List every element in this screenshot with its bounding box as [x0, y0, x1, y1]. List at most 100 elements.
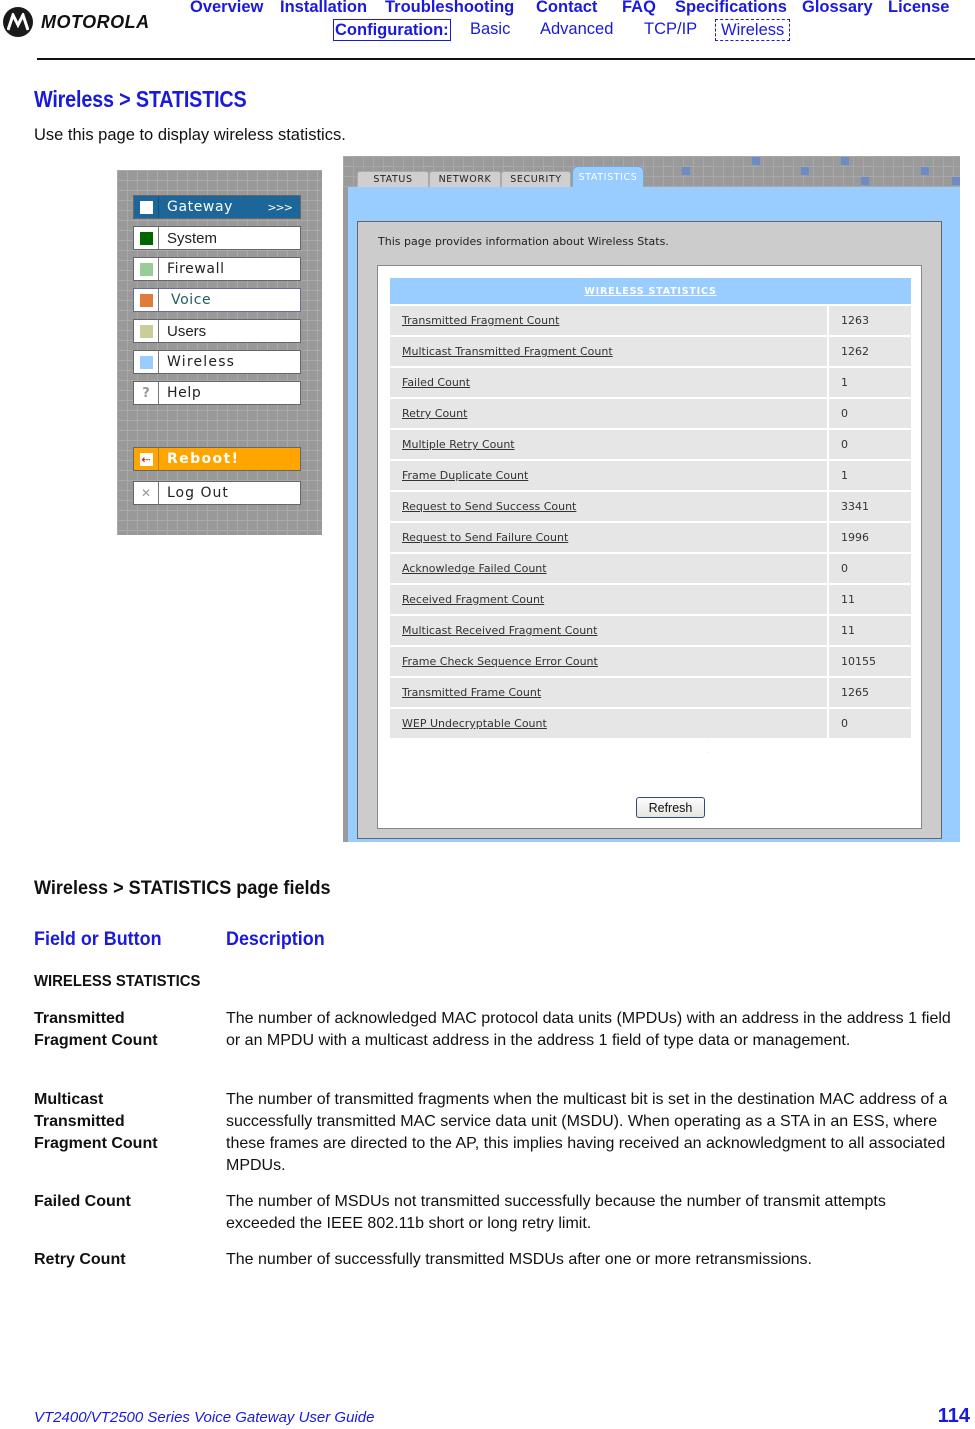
menu-item-wireless[interactable]: Wireless: [133, 350, 301, 374]
stat-name-link[interactable]: Frame Check Sequence Error Count: [390, 645, 829, 676]
stat-value: 1: [829, 366, 911, 397]
field-description: The number of MSDUs not transmitted succ…: [226, 1193, 886, 1232]
nav-faq[interactable]: FAQ: [622, 0, 656, 17]
voice-swatch: [134, 289, 159, 311]
decor-pixel: [841, 157, 849, 165]
stat-name-link[interactable]: Received Fragment Count: [390, 583, 829, 614]
header-divider: [37, 58, 975, 60]
decor-pixel: [752, 157, 760, 165]
nav-wireless[interactable]: Wireless: [715, 19, 791, 41]
green-square-icon: [139, 231, 153, 245]
users-swatch: [134, 320, 159, 342]
white-square-icon: [139, 200, 153, 214]
nav-overview[interactable]: Overview: [190, 0, 263, 17]
stat-name-link[interactable]: Frame Duplicate Count: [390, 459, 829, 490]
logout-label: Log Out: [167, 485, 229, 501]
menu-item-label: System: [167, 229, 218, 247]
stat-value: 10155: [829, 645, 911, 676]
stat-name-link[interactable]: Acknowledge Failed Count: [390, 552, 829, 583]
stat-value: 1263: [829, 304, 911, 335]
stat-name-link[interactable]: Multicast Transmitted Fragment Count: [390, 335, 829, 366]
nav-license[interactable]: License: [888, 0, 949, 17]
menu-item-gateway[interactable]: Gateway >>>: [133, 195, 301, 219]
wireless-statistics-screenshot: STATUS NETWORK SECURITY STATISTICS This …: [343, 156, 960, 842]
stat-name-link[interactable]: Retry Count: [390, 397, 829, 428]
stat-name-link[interactable]: Request to Send Failure Count: [390, 521, 829, 552]
motorola-batwing-icon: [3, 7, 33, 37]
stat-name-link[interactable]: Multiple Retry Count: [390, 428, 829, 459]
field-description: The number of transmitted fragments when…: [226, 1091, 948, 1174]
field-description: The number of successfully transmitted M…: [226, 1251, 812, 1268]
menu-item-label: Firewall: [167, 261, 225, 277]
stat-value: 11: [829, 614, 911, 645]
stat-value: 1265: [829, 676, 911, 707]
stat-name-link[interactable]: Transmitted Fragment Count: [390, 304, 829, 335]
stat-value: 1996: [829, 521, 911, 552]
nav-tcpip[interactable]: TCP/IP: [644, 19, 697, 39]
table-row: WEP Undecryptable Count 0: [390, 707, 911, 738]
stat-value: 0: [829, 428, 911, 459]
stat-name-link[interactable]: Transmitted Frame Count: [390, 676, 829, 707]
stat-value: 3341: [829, 490, 911, 521]
khaki-square-icon: [139, 324, 153, 338]
logout-button[interactable]: ✕ Log Out: [133, 481, 301, 505]
close-x-icon: ✕: [140, 486, 152, 500]
reboot-button[interactable]: ⇠ Reboot!: [133, 447, 301, 471]
question-mark-icon: ?: [142, 385, 150, 401]
table-row: Transmitted Fragment Count 1263: [390, 304, 911, 335]
stat-value: 0: [829, 707, 911, 738]
tab-statistics[interactable]: STATISTICS: [572, 166, 644, 187]
table-row: Multicast Transmitted Fragment Count 1262: [390, 335, 911, 366]
statistics-container: WIRELESS STATISTICS Transmitted Fragment…: [377, 265, 922, 829]
table-row: Received Fragment Count 11: [390, 583, 911, 614]
menu-item-system[interactable]: System: [133, 226, 301, 250]
menu-item-help[interactable]: ? Help: [133, 381, 301, 405]
decor-pixel: [861, 177, 869, 185]
decor-dot: ·: [708, 750, 710, 756]
refresh-button[interactable]: Refresh: [636, 797, 705, 818]
page-title: Wireless > STATISTICS: [34, 86, 247, 112]
nav-basic[interactable]: Basic: [470, 19, 510, 39]
light-blue-square-icon: [139, 355, 153, 369]
stat-name-link[interactable]: WEP Undecryptable Count: [390, 707, 829, 738]
stat-value: 1: [829, 459, 911, 490]
panel-description: This page provides information about Wir…: [378, 235, 669, 248]
menu-item-label: Help: [167, 385, 202, 401]
reboot-arrow-icon: ⇠: [139, 452, 153, 466]
table-row: Request to Send Success Count 3341: [390, 490, 911, 521]
field-name: Multicast Transmitted Fragment Count: [34, 1091, 158, 1152]
menu-item-voice[interactable]: Voice: [133, 288, 301, 312]
app-left-edge: [343, 187, 348, 842]
menu-item-label: Users: [167, 322, 207, 340]
table-row: Transmitted Frame Count 1265: [390, 676, 911, 707]
system-swatch: [134, 227, 159, 249]
nav-configuration[interactable]: Configuration:: [333, 19, 451, 41]
nav-contact[interactable]: Contact: [536, 0, 597, 17]
stat-name-link[interactable]: Failed Count: [390, 366, 829, 397]
nav-advanced[interactable]: Advanced: [540, 19, 613, 39]
tab-network[interactable]: NETWORK: [429, 171, 501, 187]
field-name: Failed Count: [34, 1193, 131, 1210]
gateway-swatch: [134, 196, 159, 218]
table-row: Acknowledge Failed Count 0: [390, 552, 911, 583]
tab-status[interactable]: STATUS: [357, 171, 429, 187]
menu-item-users[interactable]: Users: [133, 319, 301, 343]
menu-item-firewall[interactable]: Firewall: [133, 257, 301, 281]
nav-glossary[interactable]: Glossary: [802, 0, 873, 17]
table-title[interactable]: WIRELESS STATISTICS: [390, 278, 911, 304]
nav-specifications[interactable]: Specifications: [675, 0, 787, 17]
stat-name-link[interactable]: Request to Send Success Count: [390, 490, 829, 521]
orange-square-icon: [139, 293, 153, 307]
decor-dot: ·: [708, 736, 710, 742]
wireless-statistics-table: WIRELESS STATISTICS Transmitted Fragment…: [390, 278, 911, 738]
menu-item-label: Wireless: [167, 354, 236, 370]
table-row: Request to Send Failure Count 1996: [390, 521, 911, 552]
stat-name-link[interactable]: Multicast Received Fragment Count: [390, 614, 829, 645]
table-row: Frame Check Sequence Error Count 10155: [390, 645, 911, 676]
statistics-panel: This page provides information about Wir…: [357, 221, 942, 839]
fields-section-title: Wireless > STATISTICS page fields: [34, 878, 331, 899]
decor-pixel: [801, 167, 809, 175]
tab-security[interactable]: SECURITY: [501, 171, 571, 187]
nav-troubleshooting[interactable]: Troubleshooting: [385, 0, 514, 17]
nav-installation[interactable]: Installation: [280, 0, 367, 17]
